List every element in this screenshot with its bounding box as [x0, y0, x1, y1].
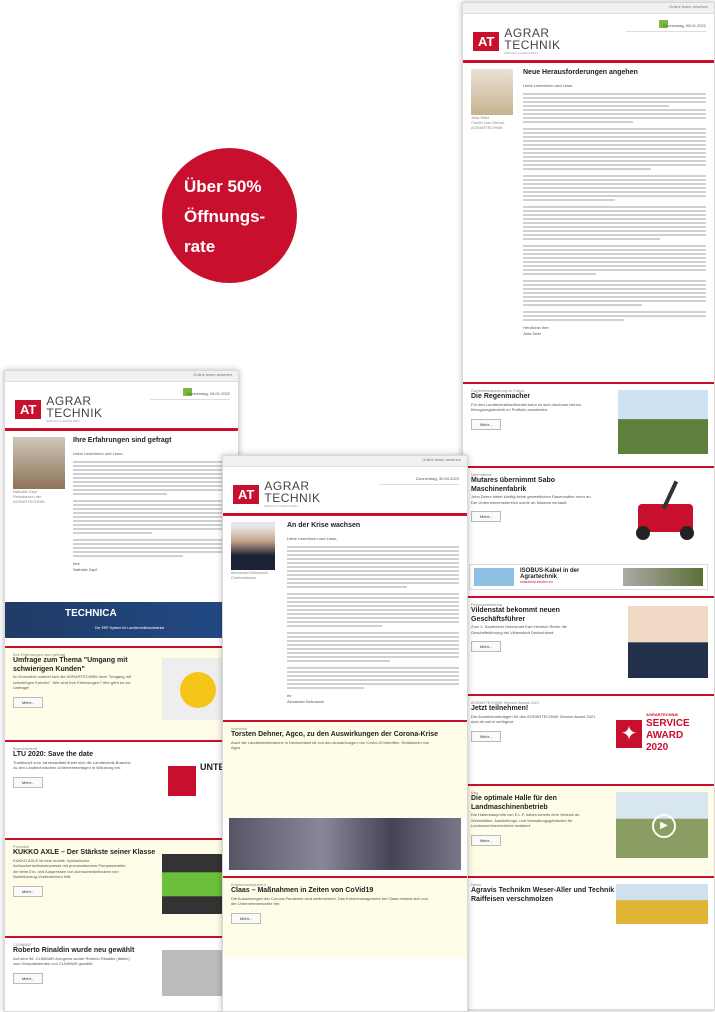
more-button[interactable]: Mehr...	[471, 834, 502, 846]
editorial: Julia Seitz Chefin vom Dienst, AGRARTECH…	[463, 63, 714, 342]
signature: Alexander Bohnsack	[287, 698, 324, 704]
author-role: Chefin vom Dienst, AGRARTECHNIK	[471, 120, 505, 130]
header-divider	[150, 399, 230, 400]
news-item: Branchentreff LTU 2020: Save the date Tr…	[5, 740, 238, 838]
more-button[interactable]: Mehr...	[231, 912, 262, 924]
issue-date: Donnerstag, 08.01.2021	[663, 23, 706, 28]
author-role: Redakteurin der AGRARTECHNIK	[13, 494, 45, 504]
more-button[interactable]: Mehr...	[13, 776, 44, 788]
issue-date: Donnerstag, 30.04.2020	[416, 476, 459, 481]
newsletter-preview-1: Online lesen ansehen AT AGRAR TECHNIK ERFO…	[4, 370, 239, 1012]
editorial-body	[73, 460, 230, 557]
online-link[interactable]: Online lesen ansehen	[669, 4, 708, 9]
agrartechnik-logo: AT AGRAR TECHNIK ERFOLG & ANSICHTEN	[15, 395, 103, 423]
more-button[interactable]: Mehr...	[13, 696, 44, 708]
newsletter-header: AT AGRAR TECHNIK ERFOLG & ANSICHTEN Donner…	[5, 382, 238, 431]
news-item: Gartenbewässerung im Fokus Die Regenmach…	[463, 382, 714, 466]
newsletter-header: AT AGRAR TECHNIK ERFOLG & ANSICHTEN Donner…	[223, 467, 467, 516]
header-divider	[379, 484, 459, 485]
editorial-body	[287, 545, 459, 689]
news-item: Personalmeldung Vildenstat bekommt neuen…	[463, 596, 714, 694]
factory-photo	[229, 818, 461, 871]
news-item: News Agravis Technikm Weser-Aller und Te…	[463, 876, 714, 948]
isobus-ad[interactable]: ISOBUS-Kabel in der Agrartechnik mitsubi…	[469, 564, 708, 591]
editorial-title: An der Krise wachsen	[287, 522, 361, 529]
agravis-photo	[616, 884, 708, 925]
news-item: Übernahme Mutares übernimmt Sabo Maschin…	[463, 466, 714, 564]
portrait-photo	[628, 606, 708, 679]
more-button[interactable]: Mehr...	[471, 418, 502, 430]
news-item: AGRARTECHNIK Service Award 2021 Jetzt te…	[463, 694, 714, 784]
editorial-greeting: Liebe Leserinnen und Leser,	[523, 83, 574, 89]
newsletter-preview-2: Online lesen ansehen AT AGRAR TECHNIK ERFO…	[222, 455, 468, 1012]
newsletter-header: AT AGRAR TECHNIK ERFOLG & ANSICHTEN Donner…	[463, 14, 714, 63]
editorial-greeting: Liebe Leserinnen und Leser,	[73, 451, 124, 457]
technica-ad[interactable]: TECHNICA Der ERP System für Landtechnikh…	[5, 602, 238, 639]
browser-bar: Online lesen ansehen	[463, 3, 714, 14]
news-item: Ihre Erfahrungen sind gefragt Umfrage zu…	[5, 646, 238, 741]
browser-bar: Online lesen ansehen	[223, 456, 467, 467]
agrartechnik-logo: AT AGRAR TECHNIK ERFOLG & ANSICHTEN	[473, 27, 561, 55]
more-button[interactable]: Mehr...	[13, 885, 44, 897]
editorial-greeting: Liebe Leserinnen und Leser,	[287, 536, 338, 542]
browser-bar: Online lesen ansehen	[5, 371, 238, 382]
editorial-body	[523, 92, 706, 321]
signature: Julia Seitz	[523, 330, 542, 336]
editorial-title: Neue Herausforderungen angehen	[523, 69, 638, 76]
more-button[interactable]: Mehr...	[13, 972, 44, 984]
more-button[interactable]: Mehr...	[471, 511, 502, 523]
newsletter-preview-3: Online lesen ansehen AT AGRAR TECHNIK ERFO…	[462, 2, 715, 1010]
news-item: CLIMMAR Roberto Rinaldin wurde neu gewäh…	[5, 936, 238, 1008]
news-item: Interview Torsten Dehner, Agco, zu den A…	[223, 720, 467, 819]
news-item: Krisenmanagement Claas – Maßnahmen in Ze…	[223, 876, 467, 959]
service-award-logo: ✦ AGRARTECHNIK SERVICE AWARD 2020	[616, 702, 708, 768]
lawnmower-photo	[628, 476, 708, 549]
issue-date: Donnerstag, 06.01.2022	[187, 391, 230, 396]
header-divider	[626, 31, 706, 32]
online-link[interactable]: Online lesen ansehen	[193, 372, 232, 377]
more-button[interactable]: Mehr...	[471, 730, 502, 742]
editorial: Nathalie Zapf Redakteurin der AGRARTECHN…	[5, 431, 238, 578]
agrartechnik-logo: AT AGRAR TECHNIK ERFOLG & ANSICHTEN	[233, 480, 321, 508]
news-item: Bau Die optimale Halle für den Landmasch…	[463, 784, 714, 877]
hall-video-thumbnail[interactable]: ▶	[616, 792, 708, 859]
signature: Nathalie Zapf	[73, 566, 97, 572]
news-item: Produkte KUKKO AXLE – Der Stärkste seine…	[5, 838, 238, 937]
online-link[interactable]: Online lesen ansehen	[422, 457, 461, 462]
open-rate-badge: Über 50% Öffnungs- rate	[162, 148, 297, 283]
irrigation-photo	[618, 390, 708, 455]
author-photo	[471, 69, 513, 115]
author-photo	[13, 437, 65, 489]
editorial: Alexander Bohnsack Chefredakteur An der …	[223, 516, 467, 710]
editorial-title: Ihre Erfahrungen sind gefragt	[73, 437, 172, 444]
more-button[interactable]: Mehr...	[471, 641, 502, 653]
author-role: Chefredakteur	[231, 575, 257, 580]
author-photo	[231, 522, 275, 570]
